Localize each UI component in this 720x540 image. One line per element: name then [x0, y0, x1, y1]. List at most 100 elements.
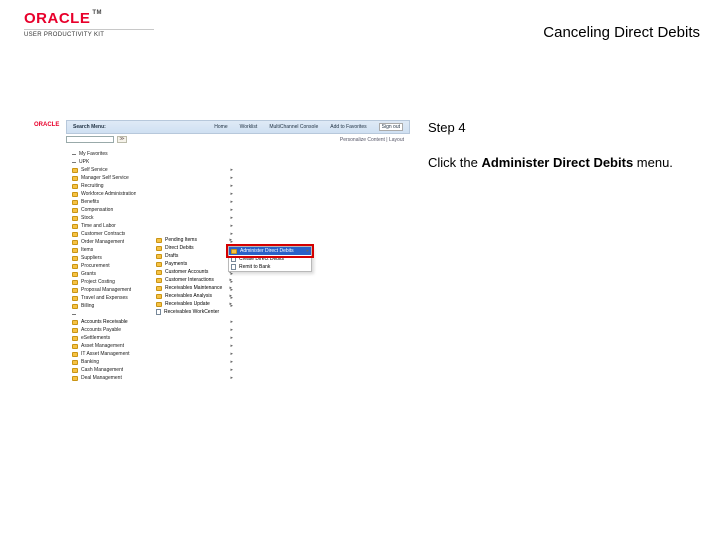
dash-icon [72, 154, 76, 155]
personalize-link[interactable]: Personalize Content | Layout [340, 137, 404, 143]
app-toolbar: Search Menu: Home Worklist MultiChannel … [66, 120, 410, 134]
step-label: Step 4 [428, 120, 678, 137]
nav-item-label: Order Management [81, 238, 124, 246]
menu-item-administer-direct-debits[interactable]: Administer Direct Debits▸ [229, 247, 311, 255]
folder-icon [156, 238, 162, 243]
oracle-tm: TM [92, 10, 102, 16]
nav-subitem[interactable]: Payments▸ [154, 260, 234, 268]
nav-item[interactable]: eSettlements▸ [70, 334, 235, 342]
chevron-right-icon: ▸ [230, 326, 233, 334]
folder-icon [156, 262, 162, 267]
nav-item[interactable]: Manager Self Service▸ [70, 174, 235, 182]
folder-icon [72, 192, 78, 197]
nav-item[interactable]: Workforce Administration ▸ [70, 190, 235, 198]
app-logo: ORACLE [34, 122, 59, 128]
nav-item[interactable]: UPK [70, 158, 235, 166]
nav-item-label: Accounts Payable [81, 326, 121, 334]
nav-item[interactable]: Time and Labor▸ [70, 222, 235, 230]
topic-title: Canceling Direct Debits [543, 24, 700, 41]
nav-item[interactable]: My Favorites [70, 150, 235, 158]
folder-icon [231, 249, 237, 254]
folder-icon [156, 278, 162, 283]
nav-item[interactable]: Compensation▸ [70, 206, 235, 214]
folder-icon [156, 270, 162, 275]
nav-subitem[interactable]: Receivables WorkCenter [154, 308, 234, 316]
instruction-text: Click the Administer Direct Debits menu. [428, 155, 678, 172]
folder-icon [72, 232, 78, 237]
chevron-right-icon: ▸ [230, 166, 233, 174]
folder-icon [72, 256, 78, 261]
nav-subitem[interactable]: Customer Interactions▸ [154, 276, 234, 284]
chevron-right-icon: ▸ [230, 366, 233, 374]
nav-item[interactable]: Recruiting▸ [70, 182, 235, 190]
folder-icon [72, 216, 78, 221]
dash-icon [72, 314, 76, 315]
nav-item-label: Workforce Administration [81, 190, 136, 198]
nav-worklist[interactable]: Worklist [240, 124, 258, 130]
chevron-right-icon: ▸ [229, 300, 232, 308]
nav-subitem[interactable]: Receivables Analysis▸ [154, 292, 234, 300]
folder-icon [72, 208, 78, 213]
nav-item[interactable]: Deal Management ▸ [70, 374, 235, 382]
nav-item[interactable]: Asset Management▸ [70, 342, 235, 350]
nav-item[interactable]: Accounts Payable ▸ [70, 326, 235, 334]
chevron-right-icon: ▸ [230, 358, 233, 366]
folder-icon [72, 368, 78, 373]
chevron-right-icon: ▸ [230, 350, 233, 358]
nav-subitem[interactable]: Receivables Update▸ [154, 300, 234, 308]
nav-item-label: Travel and Expenses [81, 294, 128, 302]
nav-subitem[interactable]: Direct Debits▸ [154, 244, 234, 252]
nav-item[interactable]: Benefits▸ [70, 198, 235, 206]
instruction-post: menu. [633, 155, 673, 170]
nav-subitem[interactable]: Drafts▸ [154, 252, 234, 260]
folder-icon [72, 344, 78, 349]
menu-item[interactable]: Create Direct Debits [229, 255, 311, 263]
chevron-right-icon: ▸ [230, 190, 233, 198]
nav-home[interactable]: Home [214, 124, 227, 130]
nav-item-label: Compensation [81, 206, 113, 214]
folder-icon [72, 328, 78, 333]
nav-item[interactable]: Banking ▸ [70, 358, 235, 366]
nav-item[interactable]: IT Asset Management▸ [70, 350, 235, 358]
nav-subitem[interactable]: Receivables Maintenance▸ [154, 284, 234, 292]
dash-icon [72, 162, 76, 163]
page-icon [231, 256, 236, 262]
page-icon [156, 309, 161, 315]
nav-item-label: eSettlements [81, 334, 110, 342]
screenshot-frame: ORACLE Search Menu: Home Worklist MultiC… [32, 120, 410, 400]
nav-subitem[interactable]: Customer Accounts▸ [154, 268, 234, 276]
signout-button[interactable]: Sign out [379, 123, 403, 131]
menu-item-label: Create Direct Debits [239, 255, 284, 263]
nav-item[interactable]: Stock▸ [70, 214, 235, 222]
menu-item[interactable]: Remit to Bank [229, 263, 311, 271]
chevron-right-icon: ▸ [230, 374, 233, 382]
nav-subitem-label: Payments [165, 260, 187, 268]
folder-icon [72, 352, 78, 357]
nav-item[interactable]: Accounts Receivable▸ [70, 318, 235, 326]
nav-multichannel[interactable]: MultiChannel Console [269, 124, 318, 130]
chevron-right-icon: ▸ [230, 182, 233, 190]
folder-icon [72, 272, 78, 277]
folder-icon [72, 360, 78, 365]
nav-item-label: Billing [81, 302, 94, 310]
folder-icon [72, 184, 78, 189]
oracle-logo-text: ORACLE [24, 10, 90, 27]
nav-item[interactable]: Cash Management ▸ [70, 366, 235, 374]
nav-item-label: Banking [81, 358, 99, 366]
folder-icon [72, 200, 78, 205]
personalize-bar[interactable]: Personalize Content | Layout [66, 135, 410, 145]
folder-icon [72, 376, 78, 381]
nav-item[interactable]: Self Service▸ [70, 166, 235, 174]
nav-item-label: Cash Management [81, 366, 123, 374]
folder-icon [72, 240, 78, 245]
nav-subitem-label: Receivables Analysis [165, 292, 212, 300]
oracle-logo: ORACLETM [24, 10, 154, 27]
nav-item-label: Proposal Management [81, 286, 131, 294]
nav-subitem[interactable]: Pending Items▸ [154, 236, 234, 244]
folder-icon [72, 168, 78, 173]
nav-item-label: Deal Management [81, 374, 122, 382]
folder-icon [72, 336, 78, 341]
nav-tree-submenu-col: Pending Items▸Direct Debits▸Drafts▸Payme… [154, 236, 234, 316]
nav-subitem-label: Receivables WorkCenter [164, 308, 219, 316]
nav-favorites[interactable]: Add to Favorites [330, 124, 366, 130]
